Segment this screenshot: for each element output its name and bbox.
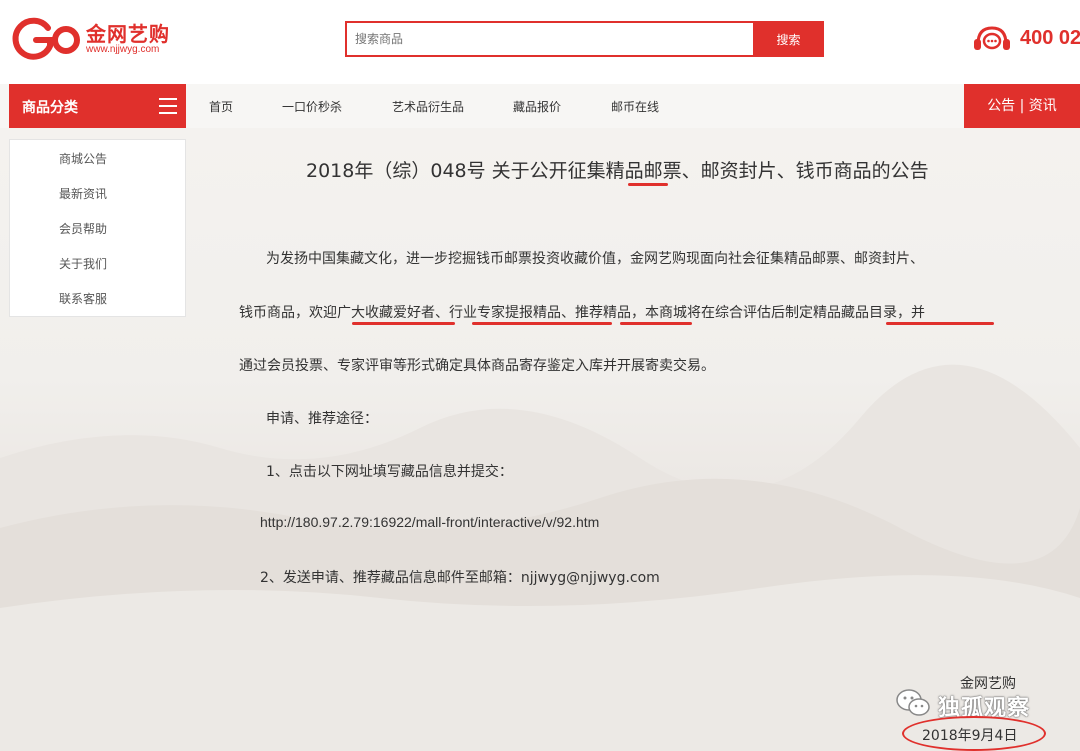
hotline-number: 400 025 [1020,27,1080,49]
highlight-underline [886,322,994,325]
menu-icon [159,98,177,114]
article-para-line2: 钱币商品，欢迎广大收藏爱好者、行业专家提报精品、推荐精品，本商城将在综合评估后制… [239,305,925,321]
article-title: 2018年（综）048号 关于公开征集精品邮票、邮资封片、钱币商品的公告 [306,160,929,182]
category-menu-button[interactable]: 商品分类 [9,84,186,128]
step1-link[interactable]: http://180.97.2.79:16922/mall-front/inte… [260,514,599,530]
highlight-underline [628,183,668,186]
highlight-underline [472,322,612,325]
headset-icon [974,26,1010,50]
nav-item-stamps-coins[interactable]: 邮币在线 [611,98,659,115]
sidebar-item-member-help[interactable]: 会员帮助 [59,220,107,237]
main-nav: 商品分类 首页 一口价秒杀 艺术品衍生品 藏品报价 邮币在线 公告 | 资讯 [0,84,1080,128]
site-logo[interactable]: 金网艺购 www.njjwyg.com [10,14,180,64]
nav-item-price-quote[interactable]: 藏品报价 [513,98,561,115]
sidebar-item-news[interactable]: 最新资讯 [59,185,107,202]
step2-text: 2、发送申请、推荐藏品信息邮件至邮箱：njjwyg@njjwyg.com [260,570,660,586]
nav-item-home[interactable]: 首页 [209,98,233,115]
search-input[interactable] [345,21,753,57]
article-para-line3: 通过会员投票、专家评审等形式确定具体商品寄存鉴定入库并开展寄卖交易。 [239,358,715,374]
step1-text: 1、点击以下网址填写藏品信息并提交： [266,464,513,480]
signature-date: 2018年9月4日 [922,728,1018,744]
logo-text: 金网艺购 [86,22,170,46]
notice-news-button[interactable]: 公告 | 资讯 [964,84,1080,128]
nav-item-art-derivatives[interactable]: 艺术品衍生品 [392,98,464,115]
logo-url: www.njjwyg.com [86,44,160,55]
sidebar-item-announcements[interactable]: 商城公告 [59,150,107,167]
apply-heading: 申请、推荐途径： [266,411,378,427]
highlight-underline [620,322,692,325]
article-para-line1: 为发扬中国集藏文化，进一步挖掘钱币邮票投资收藏价值，金网艺购现面向社会征集精品邮… [266,251,924,267]
sidebar-item-contact[interactable]: 联系客服 [59,290,107,307]
site-header: 金网艺购 www.njjwyg.com 搜索 400 025 [0,0,1080,84]
sidebar-item-about-us[interactable]: 关于我们 [59,255,107,272]
nav-item-flash-sale[interactable]: 一口价秒杀 [282,98,342,115]
category-label: 商品分类 [22,100,78,116]
go-logo-icon [12,17,80,60]
search-button[interactable]: 搜索 [753,21,824,57]
sidebar-menu: 商城公告 最新资讯 会员帮助 关于我们 联系客服 [9,139,186,317]
highlight-underline [352,322,455,325]
wechat-icon [896,689,930,716]
